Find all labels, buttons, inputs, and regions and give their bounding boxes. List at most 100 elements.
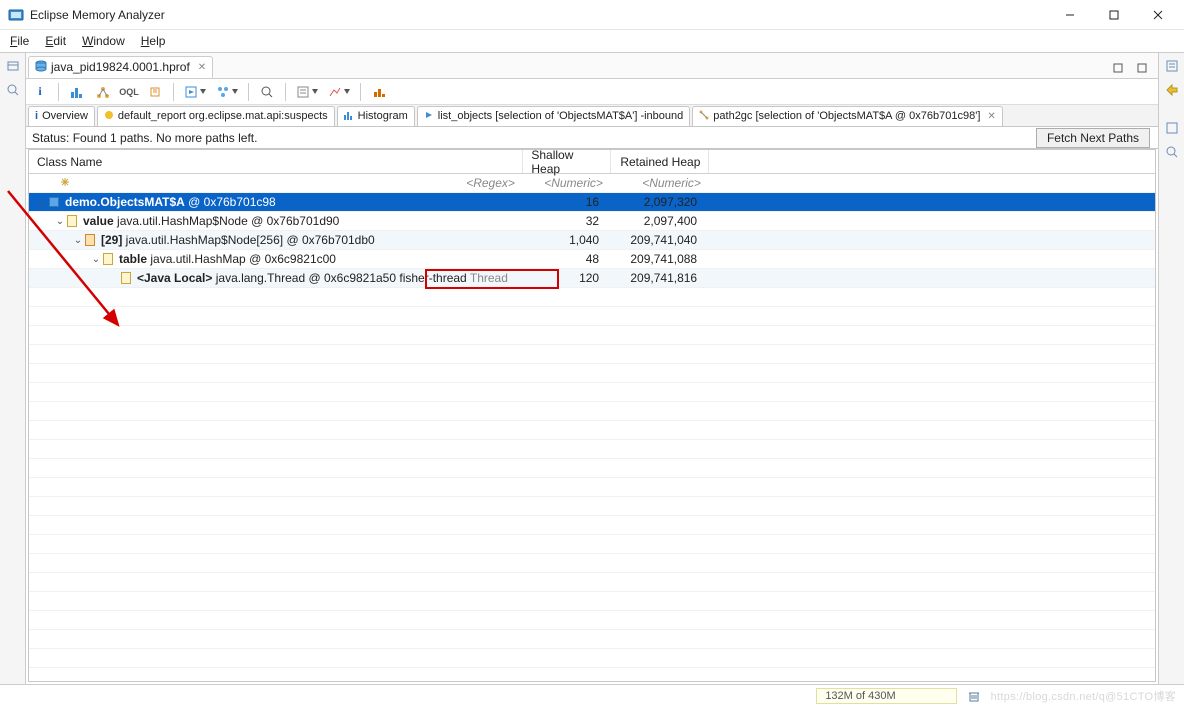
right-trim	[1158, 53, 1184, 684]
history-icon[interactable]	[4, 57, 22, 75]
table-row	[29, 592, 1155, 611]
expander-icon[interactable]: ⌄	[55, 216, 65, 227]
tab-histogram[interactable]: Histogram	[337, 106, 415, 126]
table-row	[29, 516, 1155, 535]
row-label: [29] java.util.HashMap$Node[256] @ 0x76b…	[101, 233, 375, 247]
results-grid[interactable]: Class Name Shallow Heap Retained Heap <R…	[28, 149, 1156, 682]
db-icon	[35, 60, 47, 75]
tab-path2gc[interactable]: path2gc [selection of 'ObjectsMAT$A @ 0x…	[692, 106, 1002, 126]
retained-heap-value: 2,097,400	[607, 212, 705, 230]
object-icon	[65, 214, 79, 228]
table-row	[29, 383, 1155, 402]
table-row	[29, 478, 1155, 497]
grid-header: Class Name Shallow Heap Retained Heap	[29, 150, 1155, 174]
histogram-icon	[344, 110, 354, 123]
row-label: table java.util.HashMap @ 0x6c9821c00	[119, 252, 336, 266]
shallow-heap-value: 120	[519, 269, 607, 287]
editor-tab[interactable]: java_pid19824.0001.hprof ✕	[28, 56, 213, 78]
menu-help[interactable]: Help	[135, 32, 172, 50]
table-row[interactable]: ⌄ [29] java.util.HashMap$Node[256] @ 0x76…	[29, 231, 1155, 250]
notes-icon[interactable]	[1163, 57, 1181, 75]
statusbar: 132M of 430M https://blog.csdn.net/q@51C…	[0, 684, 1184, 706]
tab-overview[interactable]: iOverview	[28, 106, 95, 126]
retained-heap-value: 209,741,040	[607, 231, 705, 249]
mat-toolbar: i OQL	[26, 79, 1158, 105]
filter-row[interactable]: <Regex> <Numeric> <Numeric>	[29, 174, 1155, 193]
fetch-next-paths-button[interactable]: Fetch Next Paths	[1036, 128, 1150, 148]
expander-icon[interactable]: ⌄	[37, 197, 47, 208]
details-icon[interactable]	[1163, 119, 1181, 137]
col-retained-heap[interactable]: Retained Heap	[611, 150, 709, 173]
table-row	[29, 649, 1155, 668]
table-row[interactable]: ⌄ value java.util.HashMap$Node @ 0x76b701…	[29, 212, 1155, 231]
left-trim	[0, 53, 26, 684]
table-row	[29, 497, 1155, 516]
col-class-name[interactable]: Class Name	[29, 150, 523, 173]
close-icon[interactable]: ✕	[198, 62, 206, 73]
menubar: File Edit Window Help	[0, 30, 1184, 52]
table-row	[29, 573, 1155, 592]
query-dropdown[interactable]	[214, 82, 240, 102]
restore-icon[interactable]	[1108, 58, 1128, 78]
shallow-heap-value: 1,040	[519, 231, 607, 249]
shallow-heap-value: 32	[519, 212, 607, 230]
result-tabstrip: iOverview default_report org.eclipse.mat…	[26, 105, 1158, 127]
table-row	[29, 421, 1155, 440]
table-row	[29, 440, 1155, 459]
expander-icon[interactable]: ⌄	[91, 254, 101, 265]
app-icon	[8, 7, 24, 23]
calc-dropdown[interactable]	[294, 82, 320, 102]
path-icon	[699, 110, 709, 123]
table-row	[29, 459, 1155, 478]
retained-heap-value: 209,741,088	[607, 250, 705, 268]
row-label: value java.util.HashMap$Node @ 0x76b701d…	[83, 214, 339, 228]
menu-edit[interactable]: Edit	[39, 32, 72, 50]
object-icon	[101, 252, 115, 266]
regex-placeholder[interactable]: <Regex>	[75, 176, 515, 190]
tab-list-objects[interactable]: list_objects [selection of 'ObjectsMAT$A…	[417, 106, 691, 126]
expander-icon[interactable]: ⌄	[73, 235, 83, 246]
menu-file[interactable]: File	[4, 32, 35, 50]
minimize-button[interactable]	[1048, 1, 1092, 29]
col-shallow-heap[interactable]: Shallow Heap	[523, 150, 611, 173]
maximize-button[interactable]	[1092, 1, 1136, 29]
table-row[interactable]: ⌄table java.util.HashMap @ 0x6c9821c0048…	[29, 250, 1155, 269]
table-row[interactable]: ⌄demo.ObjectsMAT$A @ 0x76b701c98162,097,…	[29, 193, 1155, 212]
object-icon	[83, 233, 97, 247]
table-row	[29, 554, 1155, 573]
row-label: demo.ObjectsMAT$A @ 0x76b701c98	[65, 195, 276, 209]
nav-icon[interactable]	[1163, 81, 1181, 99]
regex-icon	[59, 176, 71, 191]
export-icon[interactable]	[369, 82, 389, 102]
oql-icon[interactable]: OQL	[119, 82, 139, 102]
report-icon	[104, 110, 114, 123]
maximize-editor-icon[interactable]	[1132, 58, 1152, 78]
window-title: Eclipse Memory Analyzer	[30, 8, 1048, 22]
table-row	[29, 535, 1155, 554]
run-report-dropdown[interactable]	[182, 82, 208, 102]
table-row[interactable]: <Java Local> java.lang.Thread @ 0x6c9821…	[29, 269, 1155, 288]
table-row	[29, 630, 1155, 649]
search-icon[interactable]	[257, 82, 277, 102]
status-line: Status: Found 1 paths. No more paths lef…	[26, 127, 1158, 149]
inspect-icon[interactable]	[4, 81, 22, 99]
chart-dropdown[interactable]	[326, 82, 352, 102]
object-icon	[47, 195, 61, 209]
table-row	[29, 402, 1155, 421]
close-button[interactable]	[1136, 1, 1180, 29]
close-icon[interactable]: ✕	[987, 111, 995, 122]
inspect2-icon[interactable]	[1163, 143, 1181, 161]
retained-heap-value: 209,741,816	[607, 269, 705, 287]
menu-window[interactable]: Window	[76, 32, 131, 50]
dominator-icon[interactable]	[93, 82, 113, 102]
thread-icon[interactable]	[145, 82, 165, 102]
object-icon	[119, 271, 133, 285]
tab-default-report[interactable]: default_report org.eclipse.mat.api:suspe…	[97, 106, 335, 126]
heap-indicator[interactable]: 132M of 430M	[816, 688, 956, 704]
table-row	[29, 307, 1155, 326]
histogram-icon[interactable]	[67, 82, 87, 102]
info-icon[interactable]: i	[30, 82, 50, 102]
gc-icon[interactable]	[967, 689, 981, 703]
shallow-heap-value: 16	[519, 193, 607, 211]
table-row	[29, 611, 1155, 630]
